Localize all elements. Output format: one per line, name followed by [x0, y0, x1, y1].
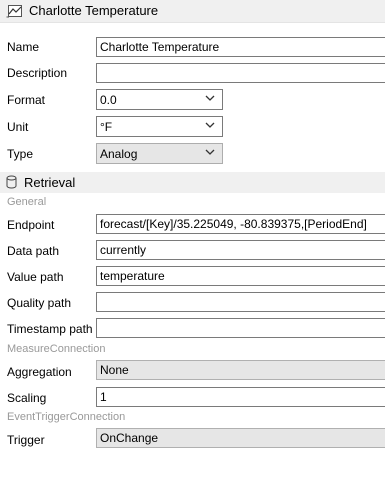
- trigger-field[interactable]: OnChange: [96, 428, 385, 448]
- chart-line-icon: [6, 5, 22, 18]
- value-path-label: Value path: [7, 270, 64, 284]
- chevron-down-icon: [205, 95, 215, 101]
- format-value: 0.0: [100, 93, 117, 107]
- data-path-field[interactable]: currently: [96, 240, 385, 260]
- event-trigger-connection-group-label: EventTriggerConnection: [7, 411, 126, 423]
- type-value: Analog: [100, 147, 138, 161]
- general-group-label: General: [7, 196, 47, 208]
- quality-path-label: Quality path: [7, 296, 72, 310]
- header-bar: Charlotte Temperature: [0, 0, 385, 23]
- timestamp-path-label: Timestamp path: [7, 322, 93, 336]
- unit-label: Unit: [7, 120, 29, 134]
- retrieval-section-header[interactable]: Retrieval: [0, 172, 385, 193]
- unit-value: °F: [100, 120, 113, 134]
- measure-connection-group-label: MeasureConnection: [7, 343, 106, 355]
- timestamp-path-field[interactable]: [96, 318, 385, 338]
- chevron-down-icon: [205, 149, 215, 155]
- value-path-field[interactable]: temperature: [96, 266, 385, 286]
- name-label: Name: [7, 40, 40, 54]
- data-path-label: Data path: [7, 244, 60, 258]
- type-label: Type: [7, 147, 34, 161]
- type-select[interactable]: Analog: [96, 143, 223, 164]
- database-icon: [6, 175, 17, 189]
- quality-path-field[interactable]: [96, 292, 385, 312]
- endpoint-field[interactable]: forecast/[Key]/35.225049, -80.839375,[Pe…: [96, 214, 385, 234]
- aggregation-field[interactable]: None: [96, 360, 385, 380]
- description-label: Description: [7, 66, 68, 80]
- chevron-down-icon: [205, 122, 215, 128]
- format-select[interactable]: 0.0: [96, 89, 223, 110]
- scaling-field[interactable]: 1: [96, 387, 385, 407]
- unit-select[interactable]: °F: [96, 116, 223, 137]
- retrieval-title: Retrieval: [24, 175, 76, 190]
- trigger-label: Trigger: [7, 433, 45, 447]
- aggregation-label: Aggregation: [7, 365, 72, 379]
- endpoint-label: Endpoint: [7, 218, 55, 232]
- scaling-label: Scaling: [7, 391, 47, 405]
- format-label: Format: [7, 93, 46, 107]
- page-title: Charlotte Temperature: [29, 3, 159, 18]
- name-field[interactable]: Charlotte Temperature: [96, 37, 385, 57]
- description-field[interactable]: [96, 63, 385, 83]
